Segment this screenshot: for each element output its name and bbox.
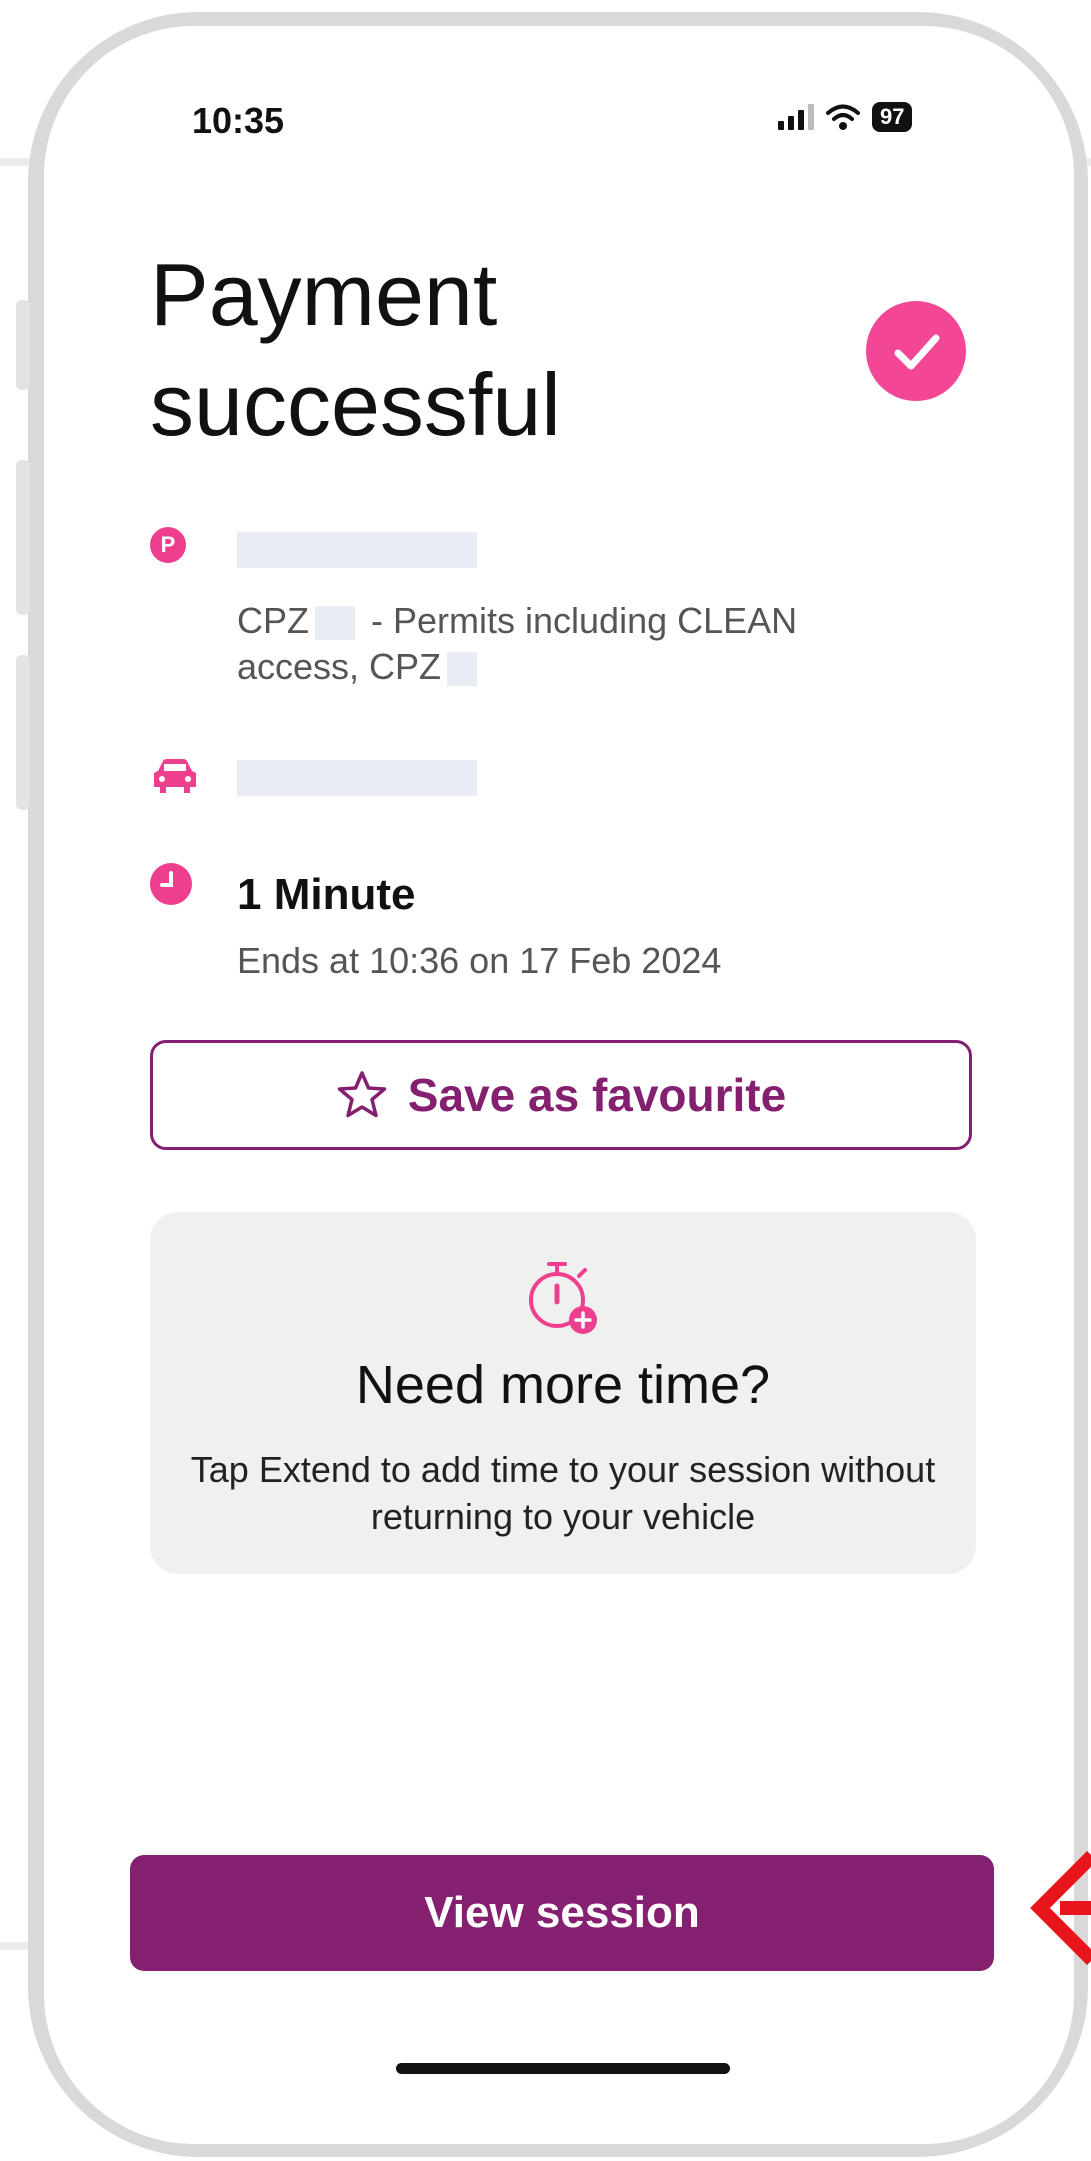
extend-card-title: Need more time?	[355, 1355, 771, 1415]
zone-redacted-2	[447, 652, 478, 687]
session-end-time: Ends at 10:36 on 17 Feb 2024	[237, 940, 722, 981]
location-description: CPZ - Permits including CLEAN access, CP…	[237, 598, 897, 690]
phone-side-button-2	[16, 460, 30, 615]
wifi-icon	[826, 104, 860, 130]
status-time: 10:35	[192, 100, 285, 141]
extend-card-text: Tap Extend to add time to your session w…	[190, 1449, 936, 1537]
phone-side-button-1	[16, 300, 30, 390]
vehicle-reg-redacted	[237, 760, 477, 796]
location-zone-prefix: CPZ	[237, 600, 309, 641]
extend-info-card: Need more time? Tap Extend to add time t…	[150, 1212, 976, 1574]
page-title: Payment successful	[150, 245, 561, 454]
star-outline-icon	[337, 1071, 387, 1118]
home-indicator[interactable]	[396, 2063, 730, 2074]
save-favourite-button[interactable]: Save as favourite	[150, 1040, 972, 1150]
location-code-redacted	[237, 532, 477, 568]
phone-side-button-3	[16, 655, 30, 810]
save-favourite-label: Save as favourite	[407, 1069, 787, 1121]
annotation-arrow-icon	[1030, 1851, 1091, 1965]
stopwatch-plus-icon	[529, 1262, 597, 1334]
view-session-button[interactable]: View session	[130, 1855, 994, 1971]
duration-label: 1 Minute	[237, 870, 416, 919]
success-check-icon	[866, 301, 966, 401]
screenshot-frame: 10:35 97 Payment successful P CPZ - Perm…	[0, 0, 1091, 2161]
signal-icon	[778, 104, 814, 130]
battery-indicator: 97	[872, 102, 913, 132]
car-icon	[154, 759, 196, 793]
view-session-label: View session	[424, 1888, 700, 1937]
clock-icon	[150, 863, 192, 905]
zone-redacted	[315, 606, 355, 641]
status-icons: 97	[778, 102, 913, 132]
parking-pin-icon: P	[150, 527, 186, 563]
